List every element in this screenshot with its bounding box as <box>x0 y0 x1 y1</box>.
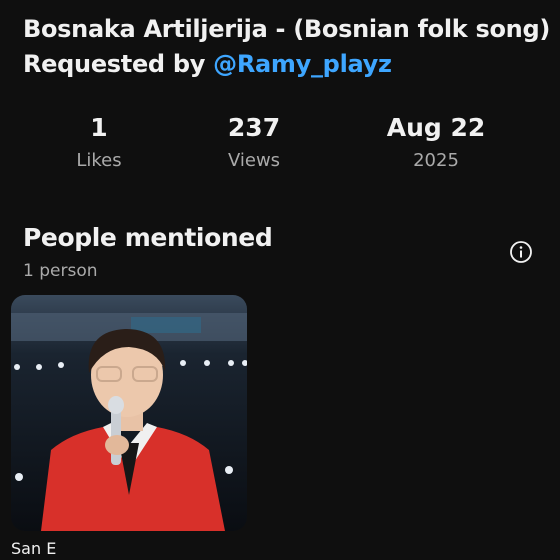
date-value: Aug 22 <box>386 113 486 142</box>
likes-count: 1 <box>90 113 108 142</box>
likes-stat: 1 Likes <box>49 112 149 178</box>
requested-by-line: Requested by @Ramy_playz <box>23 47 553 82</box>
person-card[interactable] <box>11 295 247 531</box>
likes-label: Likes <box>76 150 122 171</box>
person-photo <box>11 295 247 531</box>
stats-row: 1 Likes 237 Views Aug 22 2025 <box>0 112 560 182</box>
views-count: 237 <box>227 113 281 142</box>
year-label: 2025 <box>413 150 459 171</box>
requested-by-label: Requested by <box>23 50 214 78</box>
people-count: 1 person <box>23 261 98 281</box>
views-label: Views <box>227 150 281 171</box>
person-name[interactable]: San E <box>11 538 56 560</box>
mention-link[interactable]: @Ramy_playz <box>213 50 392 78</box>
people-section-title: People mentioned <box>23 223 273 252</box>
date-stat: Aug 22 2025 <box>376 112 496 178</box>
title-line: Bosnaka Artiljerija - (Bosnian folk song… <box>23 15 551 43</box>
info-icon[interactable] <box>509 240 533 264</box>
video-title: Bosnaka Artiljerija - (Bosnian folk song… <box>23 12 553 82</box>
views-stat: 237 Views <box>204 112 304 178</box>
